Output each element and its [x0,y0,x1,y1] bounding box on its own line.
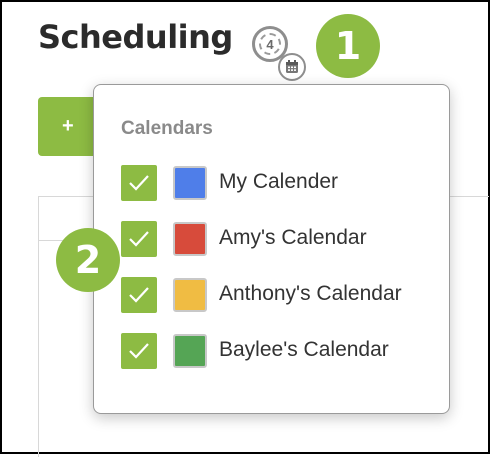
calendar-checkbox[interactable] [121,277,157,313]
popover-heading: Calendars [121,118,213,139]
calendar-checkbox[interactable] [121,221,157,257]
calendar-label: Baylee's Calendar [219,338,389,361]
checkmark-icon [129,231,149,247]
calendar-label: My Calender [219,170,339,193]
calendar-count: 4 [259,33,281,55]
calendars-popover: Calendars My Calender Amy's Calendar Ant… [93,84,450,414]
color-swatch [173,166,207,200]
calendar-item[interactable]: Baylee's Calendar [121,333,441,369]
calendar-item[interactable]: Amy's Calendar [121,221,441,257]
calendar-label: Amy's Calendar [219,226,367,249]
callout-2: 2 [56,228,120,292]
calendar-checkbox[interactable] [121,333,157,369]
color-swatch [173,334,207,368]
callout-1: 1 [316,14,380,78]
calendar-icon[interactable] [278,53,306,81]
color-swatch [173,278,207,312]
page-title: Scheduling [38,18,233,56]
checkmark-icon [129,287,149,303]
color-swatch [173,222,207,256]
checkmark-icon [129,175,149,191]
calendar-label: Anthony's Calendar [219,282,402,305]
calendar-item[interactable]: My Calender [121,165,441,201]
checkmark-icon [129,343,149,359]
add-button[interactable]: + [38,97,98,156]
calendar-item[interactable]: Anthony's Calendar [121,277,441,313]
calendar-checkbox[interactable] [121,165,157,201]
